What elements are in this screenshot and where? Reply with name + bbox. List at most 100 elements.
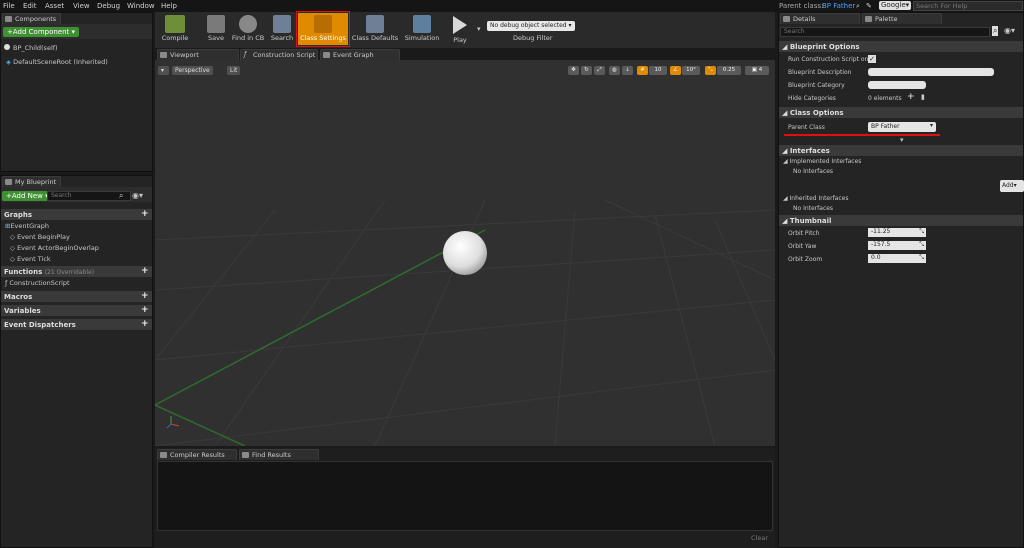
menu-file[interactable]: File: [3, 2, 15, 10]
compile-icon: [165, 15, 185, 33]
macros-header[interactable]: Macros +: [1, 291, 152, 302]
play-options-chevron-icon[interactable]: ▾: [477, 25, 481, 33]
scale-snap-value[interactable]: 0.25: [717, 66, 741, 75]
tab-details[interactable]: Details: [780, 13, 860, 24]
search-engine-select[interactable]: Google▾: [879, 1, 912, 10]
scale-snap-icon[interactable]: ⤡: [705, 66, 716, 75]
tab-viewport-label: Viewport: [170, 51, 199, 59]
orbit-yaw-input[interactable]: -157.5 ⤡: [868, 241, 926, 250]
rotate-icon[interactable]: ↻: [581, 66, 592, 75]
tab-find-results[interactable]: Find Results: [239, 449, 319, 460]
add-new-button[interactable]: +Add New ▾: [2, 191, 53, 201]
variables-header[interactable]: Variables +: [1, 305, 152, 316]
camera-speed-value[interactable]: ▣ 4: [745, 66, 769, 75]
tab-palette[interactable]: Palette: [862, 13, 942, 24]
scene-root-item[interactable]: ◈ DefaultSceneRoot (Inherited): [6, 58, 108, 66]
perspective-button[interactable]: Perspective: [172, 66, 213, 75]
menu-edit[interactable]: Edit: [23, 2, 37, 10]
grid-snap-value[interactable]: 10: [649, 66, 667, 75]
class-options-label: Class Options: [789, 109, 844, 117]
add-icon[interactable]: +: [907, 92, 915, 102]
scale-icon[interactable]: ⤢: [594, 66, 605, 75]
add-dispatcher-icon[interactable]: +: [141, 320, 149, 329]
class-defaults-button[interactable]: Class Defaults: [351, 13, 399, 46]
search-icon: ⌕: [119, 191, 124, 200]
add-interface-button[interactable]: Add▾: [1000, 180, 1024, 192]
no-interfaces-text: No Interfaces: [793, 168, 834, 175]
root-component-item[interactable]: BP_Child(self): [4, 44, 58, 52]
play-button[interactable]: Play: [443, 13, 477, 46]
interfaces-header[interactable]: ◢ Interfaces: [779, 145, 1023, 156]
tab-details-label: Details: [793, 15, 816, 23]
tab-my-blueprint[interactable]: My Blueprint: [2, 176, 62, 187]
add-macro-icon[interactable]: +: [141, 292, 149, 301]
add-graph-icon[interactable]: +: [141, 210, 149, 219]
compile-button[interactable]: Compile: [156, 13, 194, 46]
trash-icon[interactable]: ▮: [921, 93, 925, 101]
my-blueprint-panel: My Blueprint +Add New ▾ Search ⌕ ◉▾ Grap…: [0, 175, 153, 548]
add-component-button[interactable]: +Add Component ▾: [3, 27, 80, 37]
graphs-header[interactable]: Graphs +: [1, 209, 152, 220]
orbit-yaw-label: Orbit Yaw: [788, 243, 817, 250]
construction-script-label: ConstructionScript: [9, 279, 70, 287]
simulation-button[interactable]: Simulation: [401, 13, 443, 46]
event-item[interactable]: ◇ Event BeginPlay: [10, 233, 70, 241]
search-icon[interactable]: ⌕: [992, 26, 999, 36]
eye-icon[interactable]: ◉▾: [132, 191, 143, 200]
viewport-icon: [160, 52, 167, 58]
blueprint-category-input[interactable]: [868, 81, 926, 89]
grid-snap-icon[interactable]: #: [637, 66, 648, 75]
event-item[interactable]: ◇ Event ActorBeginOverlap: [10, 244, 99, 252]
construction-script-item[interactable]: ƒ ConstructionScript: [5, 279, 70, 287]
add-function-icon[interactable]: +: [141, 267, 149, 276]
orbit-yaw-value: -157.5: [871, 241, 891, 248]
menu-help[interactable]: Help: [161, 2, 177, 10]
debug-object-select[interactable]: No debug object selected ▾: [487, 21, 575, 31]
parent-class-select[interactable]: BP Father ▾: [868, 122, 936, 132]
translate-icon[interactable]: ✥: [568, 66, 579, 75]
world-local-icon[interactable]: ◍: [609, 66, 620, 75]
event-graph-item[interactable]: ⊞EventGraph: [5, 222, 49, 230]
parent-class-label: Parent Class: [788, 124, 825, 131]
surface-snap-icon[interactable]: ⇣: [622, 66, 633, 75]
search-icon[interactable]: ⌕: [856, 2, 860, 11]
event-dispatchers-header[interactable]: Event Dispatchers +: [1, 319, 152, 330]
viewport[interactable]: [155, 60, 775, 446]
run-construction-checkbox[interactable]: ✓: [868, 55, 876, 63]
add-variable-icon[interactable]: +: [141, 306, 149, 315]
thumbnail-header[interactable]: ◢ Thumbnail: [779, 215, 1023, 226]
tab-components[interactable]: Components: [2, 13, 62, 24]
annotation-underline: [784, 134, 940, 136]
rotation-snap-value[interactable]: 10°: [682, 66, 700, 75]
help-search-input[interactable]: Search For Help: [913, 1, 1023, 11]
camera-speed-text: 4: [758, 67, 763, 73]
menu-debug[interactable]: Debug: [97, 2, 120, 10]
tab-compiler-results[interactable]: Compiler Results: [157, 449, 237, 460]
details-search-input[interactable]: Search: [780, 27, 990, 37]
menu-view[interactable]: View: [73, 2, 90, 10]
parent-class-link[interactable]: BP Father: [822, 2, 855, 10]
menu-asset[interactable]: Asset: [45, 2, 64, 10]
rotation-snap-icon[interactable]: ∠: [670, 66, 681, 75]
clear-button[interactable]: Clear: [751, 534, 768, 542]
menu-window[interactable]: Window: [127, 2, 155, 10]
orbit-pitch-input[interactable]: -11.25 ⤡: [868, 228, 926, 237]
tab-viewport[interactable]: Viewport: [157, 49, 239, 60]
blueprint-description-input[interactable]: [868, 68, 994, 76]
wrench-icon[interactable]: ✎: [866, 2, 872, 10]
viewport-options-button[interactable]: ▾: [158, 66, 169, 75]
tab-construction-script[interactable]: ƒ Construction Script: [240, 49, 318, 60]
functions-header[interactable]: Functions (21 Overridable) +: [1, 266, 152, 277]
bottom-panel: Compiler Results Find Results Clear: [155, 448, 775, 548]
lit-button[interactable]: Lit: [227, 66, 241, 75]
find-in-cb-button[interactable]: Find in CB: [229, 13, 267, 46]
class-options-header[interactable]: ◢ Class Options: [779, 107, 1023, 118]
event-label: Event BeginPlay: [17, 233, 70, 241]
orbit-zoom-input[interactable]: 0.0 ⤡: [868, 254, 926, 263]
event-item[interactable]: ◇ Event Tick: [10, 255, 51, 263]
advanced-expand-icon[interactable]: ▾: [900, 136, 904, 144]
blueprint-options-header[interactable]: ◢ Blueprint Options: [779, 41, 1023, 52]
tab-event-graph[interactable]: Event Graph: [320, 49, 400, 60]
macros-header-label: Macros: [4, 293, 33, 301]
eye-icon[interactable]: ◉▾: [1004, 26, 1015, 35]
